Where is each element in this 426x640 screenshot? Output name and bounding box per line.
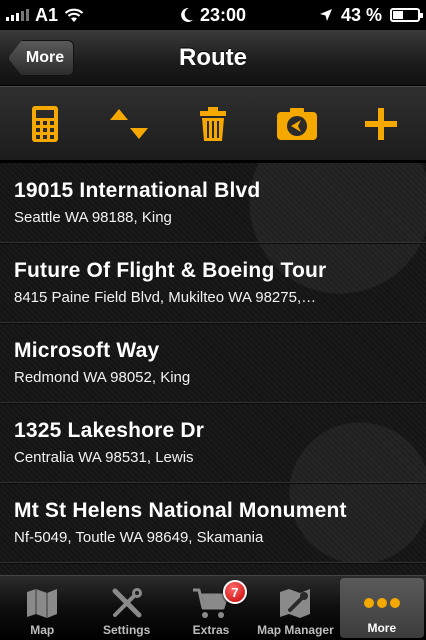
trash-icon bbox=[200, 106, 226, 141]
tab-label: Extras bbox=[192, 623, 230, 637]
tab-label: More bbox=[367, 621, 397, 635]
status-bar: A1 23:00 43 % bbox=[0, 0, 426, 30]
tab-extras[interactable]: 7 Extras bbox=[169, 576, 253, 640]
tab-label: Map bbox=[30, 623, 55, 637]
route-item[interactable]: Mt St Helens National Monument Nf-5049, … bbox=[0, 483, 426, 563]
map-manager-icon bbox=[280, 589, 311, 618]
battery-icon bbox=[390, 8, 423, 22]
route-item-address: Centralia WA 98531, Lewis bbox=[14, 449, 194, 466]
tab-map[interactable]: Map bbox=[0, 576, 84, 640]
route-list: 19015 International Blvd Seattle WA 9818… bbox=[0, 163, 426, 575]
navigation-bar: Route More bbox=[0, 30, 426, 86]
route-item-address: Nf-5049, Toutle WA 98649, Skamania bbox=[14, 529, 264, 546]
tab-label: Map Manager bbox=[257, 623, 334, 637]
battery-percentage: 43 % bbox=[340, 4, 382, 25]
calculator-button[interactable] bbox=[22, 101, 68, 147]
route-item[interactable]: 19015 International Blvd Seattle WA 9818… bbox=[0, 163, 426, 243]
moon-icon bbox=[181, 7, 193, 22]
route-item[interactable]: Microsoft Way Redmond WA 98052, King bbox=[0, 323, 426, 403]
signal-strength-icon bbox=[6, 9, 29, 21]
tab-bar: Map Settings 7 Extras Map Manager More bbox=[0, 575, 426, 640]
camera-nav-icon bbox=[277, 107, 317, 140]
tools-icon bbox=[112, 588, 142, 618]
tab-label: Settings bbox=[102, 623, 151, 637]
location-arrow-icon bbox=[319, 9, 332, 21]
route-item-address: Seattle WA 98188, King bbox=[14, 209, 172, 226]
route-item-address: 8415 Paine Field Blvd, Mukilteo WA 98275… bbox=[14, 289, 317, 306]
route-item-title: Microsoft Way bbox=[14, 339, 160, 362]
plus-icon bbox=[365, 107, 397, 140]
back-button[interactable]: More bbox=[8, 40, 74, 76]
sort-button[interactable] bbox=[106, 101, 152, 147]
camera-navigation-button[interactable] bbox=[274, 101, 320, 147]
route-toolbar bbox=[0, 86, 426, 162]
delete-button[interactable] bbox=[190, 101, 236, 147]
sort-arrows-icon bbox=[110, 108, 148, 139]
extras-badge: 7 bbox=[223, 580, 248, 604]
tab-more[interactable]: More bbox=[339, 578, 425, 638]
route-item-address: Redmond WA 98052, King bbox=[14, 369, 191, 386]
tab-settings[interactable]: Settings bbox=[84, 576, 168, 640]
carrier-name: A1 bbox=[35, 4, 59, 25]
map-icon bbox=[27, 589, 58, 618]
calculator-icon bbox=[32, 105, 58, 142]
add-destination-button[interactable] bbox=[358, 101, 404, 147]
status-time: 23:00 bbox=[199, 4, 247, 25]
route-item[interactable]: Future Of Flight & Boeing Tour 8415 Pain… bbox=[0, 243, 426, 323]
route-item-title: Future Of Flight & Boeing Tour bbox=[14, 259, 327, 282]
route-item-title: 1325 Lakeshore Dr bbox=[14, 419, 205, 442]
route-item[interactable]: 1325 Lakeshore Dr Centralia WA 98531, Le… bbox=[0, 403, 426, 483]
wifi-icon bbox=[64, 8, 84, 22]
route-item-title: Mt St Helens National Monument bbox=[14, 499, 347, 522]
route-item-title: 19015 International Blvd bbox=[14, 179, 261, 202]
tab-map-manager[interactable]: Map Manager bbox=[253, 576, 337, 640]
more-dots-icon bbox=[363, 598, 400, 608]
